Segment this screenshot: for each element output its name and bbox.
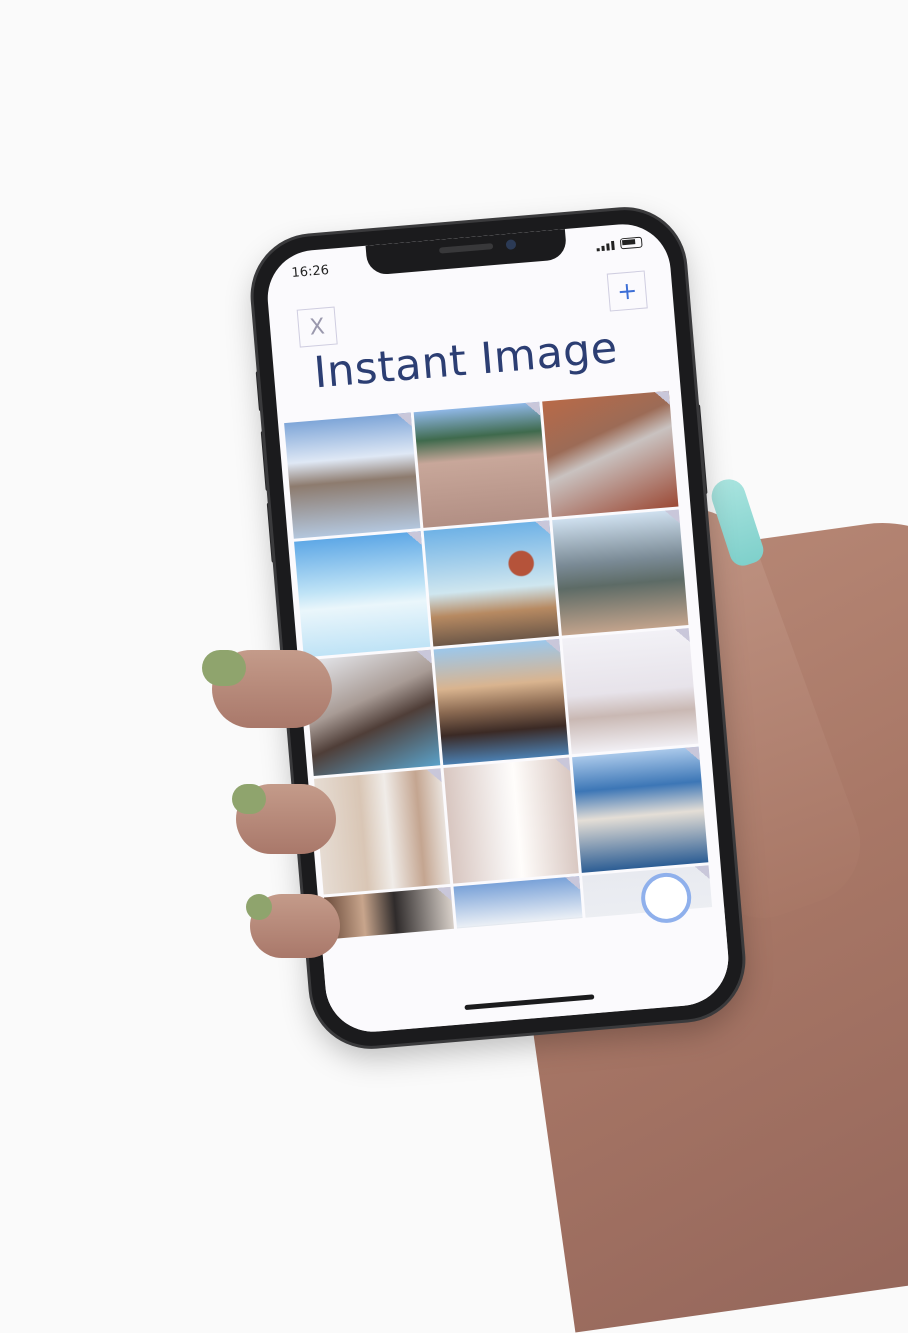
photo-infinity-pool[interactable] <box>294 531 430 658</box>
status-time: 16:26 <box>290 262 330 282</box>
notch <box>365 229 568 276</box>
battery-icon <box>619 236 643 250</box>
speaker-grille <box>438 243 494 254</box>
home-indicator[interactable] <box>464 994 595 1011</box>
photo-hot-air-balloon[interactable] <box>423 520 560 647</box>
close-button[interactable]: X <box>296 306 338 348</box>
photo-lake-mountains[interactable] <box>284 412 421 539</box>
photo-parthenon-woman[interactable] <box>433 638 570 766</box>
status-icons <box>596 236 643 252</box>
photo-coastal-rocks[interactable] <box>572 746 709 873</box>
photo-white-mosque[interactable] <box>562 628 699 755</box>
photo-great-wall[interactable] <box>552 509 689 636</box>
add-button[interactable]: + <box>606 270 648 312</box>
photo-woman-columns[interactable] <box>313 768 450 895</box>
front-camera <box>505 239 517 250</box>
photo-canyon-road[interactable] <box>542 390 679 518</box>
page-title: Instant Image <box>311 323 620 399</box>
fingernail <box>232 784 266 814</box>
fingernail <box>202 650 246 686</box>
signal-icon <box>596 240 615 252</box>
fingernail <box>246 894 272 920</box>
photo-arched-corridor[interactable] <box>443 757 580 884</box>
photo-salt-terraces[interactable] <box>413 401 550 528</box>
